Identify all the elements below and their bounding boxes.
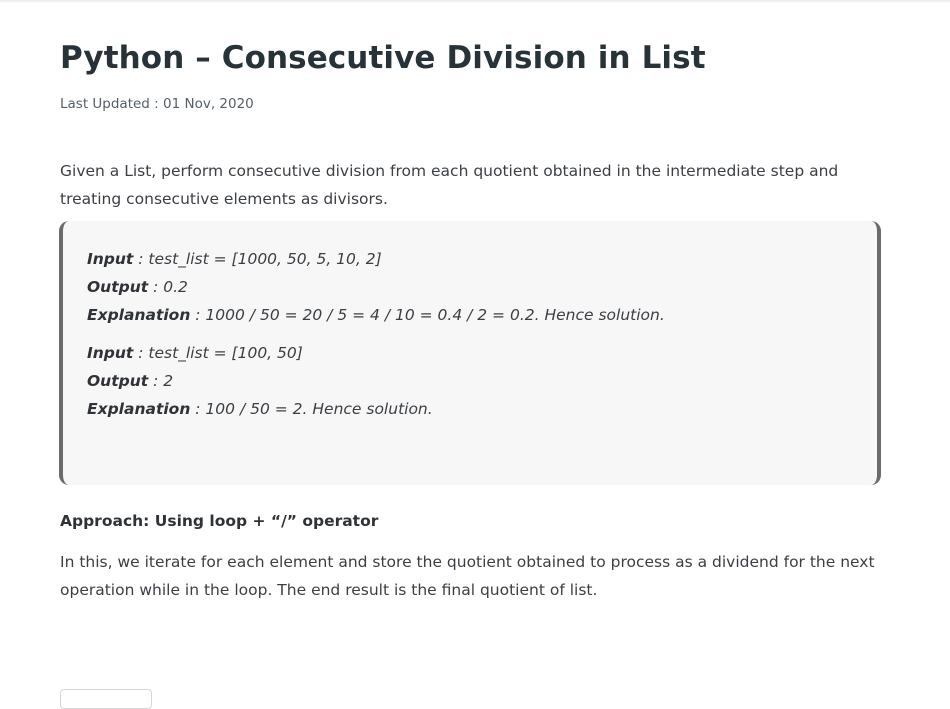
output-label: Output — [87, 372, 149, 390]
input-value: : test_list = [100, 50] — [133, 344, 303, 362]
example-group-2: Input : test_list = [100, 50] Output : 2… — [87, 339, 433, 423]
example-input-line: Input : test_list = [1000, 50, 5, 10, 2] — [87, 245, 665, 273]
example-explanation-line: Explanation : 1000 / 50 = 20 / 5 = 4 / 1… — [87, 301, 665, 329]
output-value: : 0.2 — [148, 278, 188, 296]
output-label: Output — [87, 278, 149, 296]
example-output-line: Output : 0.2 — [87, 273, 665, 301]
top-bar-shadow — [0, 0, 950, 3]
output-value: : 2 — [148, 372, 174, 390]
explanation-label: Explanation — [87, 306, 191, 324]
page-title: Python – Consecutive Division in List — [60, 40, 706, 76]
explanation-label: Explanation — [87, 400, 191, 418]
explanation-value: : 100 / 50 = 2. Hence solution. — [190, 400, 433, 418]
example-explanation-line: Explanation : 100 / 50 = 2. Hence soluti… — [87, 395, 433, 423]
intro-paragraph: Given a List, perform consecutive divisi… — [60, 162, 839, 208]
last-updated-text: Last Updated : 01 Nov, 2020 — [60, 96, 254, 112]
input-label: Input — [87, 344, 134, 362]
example-group-1: Input : test_list = [1000, 50, 5, 10, 2]… — [87, 245, 665, 329]
example-box: Input : test_list = [1000, 50, 5, 10, 2]… — [59, 221, 881, 485]
input-value: : test_list = [1000, 50, 5, 10, 2] — [133, 250, 382, 268]
approach-heading: Approach: Using loop + “/” operator — [60, 512, 379, 530]
example-output-line: Output : 2 — [87, 367, 433, 395]
partially-visible-button[interactable] — [60, 689, 152, 709]
input-label: Input — [87, 250, 134, 268]
example-input-line: Input : test_list = [100, 50] — [87, 339, 433, 367]
approach-paragraph: In this, we iterate for each element and… — [60, 553, 875, 599]
explanation-value: : 1000 / 50 = 20 / 5 = 4 / 10 = 0.4 / 2 … — [190, 306, 665, 324]
